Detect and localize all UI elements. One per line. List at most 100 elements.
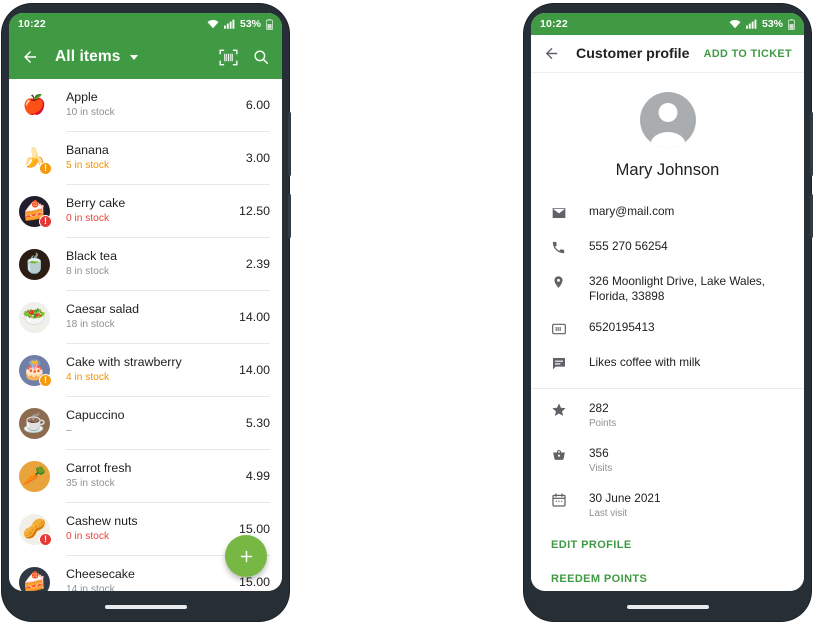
wifi-icon: [207, 19, 219, 29]
item-price: 2.39: [245, 257, 270, 271]
item-price: 15.00: [238, 575, 270, 589]
basket-icon: [551, 438, 573, 463]
add-item-fab[interactable]: [225, 535, 267, 577]
contact-value-wrap: 326 Moonlight Drive, Lake Wales, Florida…: [589, 266, 804, 312]
wifi-icon: [729, 19, 741, 29]
item-details: Black tea 8 in stock: [66, 249, 238, 279]
item-price: 14.00: [238, 310, 270, 324]
item-image: 🥕: [19, 460, 50, 492]
phone-icon: [551, 231, 573, 255]
item-thumbnail: 🍌!: [19, 142, 52, 175]
item-thumbnail: 🍰!: [19, 195, 52, 228]
item-thumbnail: 🥕: [19, 460, 50, 492]
item-row[interactable]: ☕ Capuccino – 5.30: [9, 397, 282, 449]
item-details: Capuccino –: [66, 408, 238, 438]
battery-percent: 53%: [761, 18, 783, 30]
item-name: Cashew nuts: [66, 514, 138, 528]
back-arrow-icon[interactable]: [543, 45, 560, 62]
contact-value-wrap: mary@mail.com: [589, 196, 804, 227]
stat-value-wrap: 356 Visits: [589, 438, 804, 483]
item-name: Berry cake: [66, 196, 126, 210]
search-icon[interactable]: [252, 48, 270, 66]
item-details: Banana 5 in stock: [66, 143, 238, 173]
item-name: Cheesecake: [66, 567, 135, 581]
out-of-stock-badge-icon: !: [39, 214, 52, 228]
status-bar-left: 10:22 53%: [9, 13, 282, 35]
contact-row[interactable]: Likes coffee with milk: [531, 347, 804, 382]
stat-label: Points: [589, 418, 617, 429]
add-to-ticket-button[interactable]: ADD TO TICKET: [704, 48, 792, 60]
item-row[interactable]: 🍵 Black tea 8 in stock 2.39: [9, 238, 282, 290]
item-row[interactable]: 🍰! Berry cake 0 in stock 12.50: [9, 185, 282, 237]
back-arrow-icon[interactable]: [21, 48, 39, 66]
contact-value: mary@mail.com: [589, 204, 675, 218]
contact-value-wrap: 6520195413: [589, 312, 804, 343]
item-row[interactable]: 🍌! Banana 5 in stock 3.00: [9, 132, 282, 184]
item-stock-status: 8 in stock: [66, 266, 110, 277]
item-image: 🍎: [19, 89, 50, 121]
stat-row: 30 June 2021 Last visit: [531, 483, 804, 528]
contact-row[interactable]: 555 270 56254: [531, 231, 804, 266]
barcode-scan-icon[interactable]: [219, 49, 238, 66]
page-title: Customer profile: [576, 45, 690, 62]
item-price: 4.99: [245, 469, 270, 483]
battery-percent: 53%: [239, 18, 261, 30]
item-stock-status: 35 in stock: [66, 478, 115, 489]
email-icon: [551, 196, 573, 221]
status-bar-right: 10:22 53%: [531, 13, 804, 35]
low-stock-badge-icon: !: [39, 373, 52, 387]
card-icon: [551, 312, 573, 337]
contact-value-wrap: 555 270 56254: [589, 231, 804, 262]
status-clock: 10:22: [18, 18, 46, 30]
status-clock: 10:22: [540, 18, 568, 30]
screen-right: 10:22 53% Customer profile ADD TO TICKET…: [531, 13, 804, 591]
app-bar-right: Customer profile ADD TO TICKET: [531, 35, 804, 73]
item-details: Cashew nuts 0 in stock: [66, 514, 231, 544]
location-icon: [551, 266, 573, 290]
signal-icon: [745, 19, 757, 29]
app-bar-left: All items: [9, 35, 282, 79]
item-price: 12.50: [238, 204, 270, 218]
item-thumbnail: 🎂!: [19, 354, 52, 387]
signal-icon: [223, 19, 235, 29]
stat-label: Last visit: [589, 508, 628, 519]
reedem-points-button[interactable]: REEDEM POINTS: [531, 562, 804, 591]
stat-value-wrap: 282 Points: [589, 393, 804, 438]
contact-row[interactable]: 326 Moonlight Drive, Lake Wales, Florida…: [531, 266, 804, 312]
item-stock-status: –: [66, 425, 72, 436]
chevron-down-icon[interactable]: [129, 54, 138, 60]
item-thumbnail: ☕: [19, 407, 50, 439]
item-name: Banana: [66, 143, 109, 157]
avatar-head: [658, 103, 677, 122]
stat-value-wrap: 30 June 2021 Last visit: [589, 483, 804, 528]
item-price: 14.00: [238, 363, 270, 377]
person-avatar-icon: [639, 92, 696, 148]
contact-value-wrap: Likes coffee with milk: [589, 347, 804, 378]
edit-profile-button[interactable]: EDIT PROFILE: [531, 528, 804, 562]
plus-icon: [240, 550, 252, 562]
volume-button-left-phone[interactable]: [288, 112, 291, 176]
stat-row: 356 Visits: [531, 438, 804, 483]
power-button-left-phone[interactable]: [288, 194, 291, 238]
stat-value: 30 June 2021: [589, 491, 661, 505]
avatar-block: Mary Johnson: [531, 74, 804, 180]
item-stock-status: 14 in stock: [66, 584, 115, 591]
item-image: 🥗: [19, 301, 50, 333]
item-thumbnail: 🥗: [19, 301, 50, 333]
item-details: Caesar salad 18 in stock: [66, 302, 231, 332]
status-icons: 53%: [729, 18, 795, 30]
contact-row[interactable]: 6520195413: [531, 312, 804, 347]
item-list[interactable]: 🍎 Apple 10 in stock 6.00 🍌! Banana 5 in stock 3…: [9, 79, 282, 591]
item-name: Caesar salad: [66, 302, 140, 316]
item-stock-status: 4 in stock: [66, 372, 110, 383]
item-row[interactable]: 🥕 Carrot fresh 35 in stock 4.99: [9, 450, 282, 502]
item-row[interactable]: 🥗 Caesar salad 18 in stock 14.00: [9, 291, 282, 343]
item-stock-status: 0 in stock: [66, 213, 110, 224]
contact-row[interactable]: mary@mail.com: [531, 196, 804, 231]
item-thumbnail: 🥜!: [19, 513, 52, 546]
item-image: 🍵: [19, 248, 50, 280]
stat-value: 282: [589, 401, 609, 415]
status-icons: 53%: [207, 18, 273, 30]
item-row[interactable]: 🍎 Apple 10 in stock 6.00: [9, 79, 282, 131]
item-row[interactable]: 🎂! Cake with strawberry 4 in stock 14.00: [9, 344, 282, 396]
